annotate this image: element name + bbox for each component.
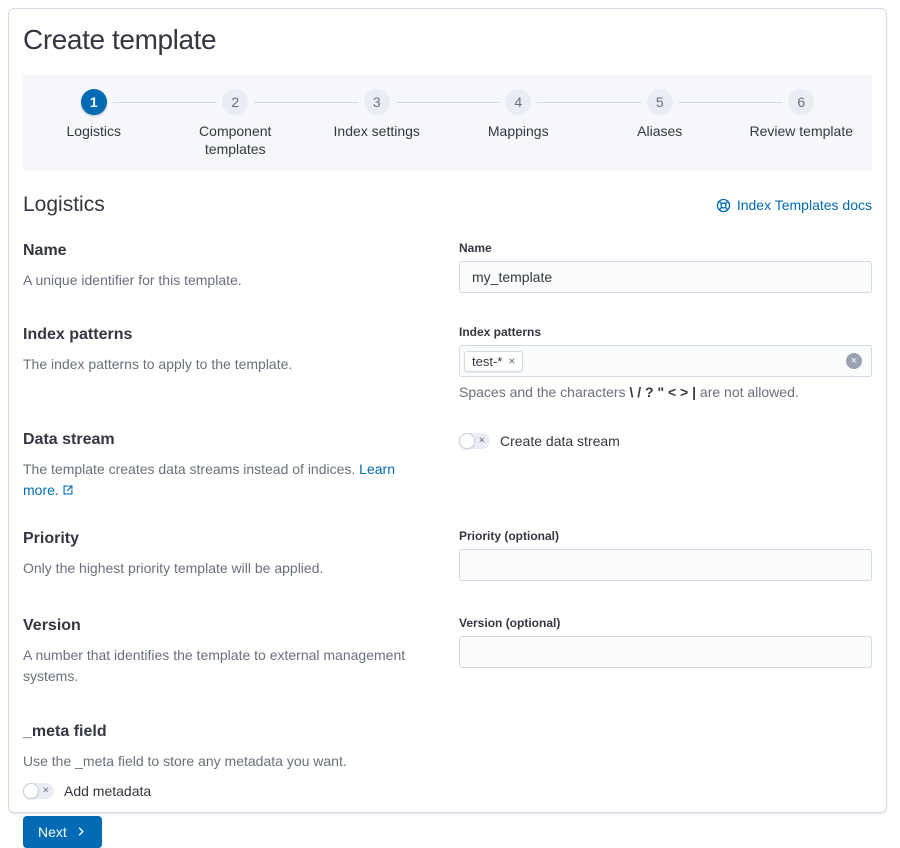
step-number-badge: 5 xyxy=(647,89,673,115)
step-connector xyxy=(306,102,358,103)
step-label: Mappings xyxy=(488,122,549,141)
create-data-stream-toggle-label: Create data stream xyxy=(500,433,620,449)
toggle-off-icon: × xyxy=(43,785,49,796)
index-pattern-tag: test-* × xyxy=(464,351,523,372)
data-stream-row-title: Data stream xyxy=(23,430,431,451)
name-input[interactable] xyxy=(459,261,872,293)
next-button[interactable]: Next xyxy=(23,816,102,848)
step-label: Index settings xyxy=(334,122,420,141)
form-row-version: Version A number that identifies the tem… xyxy=(23,616,872,687)
step-connector xyxy=(448,102,500,103)
form-row-priority: Priority Only the highest priority templ… xyxy=(23,529,872,581)
disallowed-characters: \ / ? " < > | xyxy=(629,384,696,400)
version-row-description: A number that identifies the template to… xyxy=(23,645,431,687)
help-icon xyxy=(716,198,731,213)
next-button-label: Next xyxy=(38,824,67,840)
priority-row-title: Priority xyxy=(23,529,431,550)
step-review-template[interactable]: 6 Review template xyxy=(731,89,873,160)
priority-field-label: Priority (optional) xyxy=(459,529,872,543)
data-stream-row-description: The template creates data streams instea… xyxy=(23,459,431,502)
index-patterns-row-title: Index patterns xyxy=(23,325,431,346)
step-index-settings[interactable]: 3 Index settings xyxy=(306,89,448,160)
name-field-label: Name xyxy=(459,241,872,255)
form-row-meta: _meta field Use the _meta field to store… xyxy=(23,722,872,772)
step-label: Review template xyxy=(750,122,854,141)
external-link-icon xyxy=(62,483,74,499)
step-logistics[interactable]: 1 Logistics xyxy=(23,89,165,160)
add-metadata-toggle-label: Add metadata xyxy=(64,783,151,799)
step-number-badge: 4 xyxy=(505,89,531,115)
step-number-badge: 3 xyxy=(364,89,390,115)
chevron-right-icon xyxy=(76,826,87,837)
index-patterns-field-label: Index patterns xyxy=(459,325,872,339)
docs-link-label: Index Templates docs xyxy=(737,197,872,213)
form-row-index-patterns: Index patterns The index patterns to app… xyxy=(23,325,872,400)
step-label: Component templates xyxy=(175,122,295,160)
step-component-templates[interactable]: 2 Component templates xyxy=(165,89,307,160)
step-number-badge: 1 xyxy=(81,89,107,115)
name-row-description: A unique identifier for this template. xyxy=(23,270,431,291)
priority-input[interactable] xyxy=(459,549,872,581)
form-row-data-stream: Data stream The template creates data st… xyxy=(23,430,872,502)
section-title: Logistics xyxy=(23,193,105,217)
step-label: Aliases xyxy=(637,122,682,141)
create-data-stream-toggle[interactable]: × xyxy=(459,433,490,449)
step-number-badge: 2 xyxy=(222,89,248,115)
version-input[interactable] xyxy=(459,636,872,668)
step-connector xyxy=(679,102,731,103)
index-patterns-combobox[interactable]: test-* × × xyxy=(459,345,872,377)
version-row-title: Version xyxy=(23,616,431,637)
index-templates-docs-link[interactable]: Index Templates docs xyxy=(716,197,872,213)
step-connector xyxy=(254,102,306,103)
toggle-off-icon: × xyxy=(479,436,485,447)
step-number-badge: 6 xyxy=(788,89,814,115)
step-connector xyxy=(537,102,589,103)
remove-tag-icon[interactable]: × xyxy=(508,355,515,367)
step-connector xyxy=(589,102,641,103)
version-field-label: Version (optional) xyxy=(459,616,872,630)
name-row-title: Name xyxy=(23,241,431,262)
step-connector xyxy=(165,102,217,103)
step-connector xyxy=(113,102,165,103)
page-title: Create template xyxy=(23,23,872,57)
index-patterns-row-description: The index patterns to apply to the templ… xyxy=(23,354,431,375)
step-connector xyxy=(731,102,783,103)
priority-row-description: Only the highest priority template will … xyxy=(23,558,431,579)
meta-row-title: _meta field xyxy=(23,722,844,743)
step-aliases[interactable]: 5 Aliases xyxy=(589,89,731,160)
index-patterns-helper-text: Spaces and the characters \ / ? " < > | … xyxy=(459,384,872,400)
form-row-name: Name A unique identifier for this templa… xyxy=(23,241,872,293)
clear-combobox-icon[interactable]: × xyxy=(846,353,862,369)
toggle-thumb xyxy=(459,433,475,449)
step-connector xyxy=(396,102,448,103)
index-pattern-tag-text: test-* xyxy=(472,354,502,369)
step-mappings[interactable]: 4 Mappings xyxy=(448,89,590,160)
meta-row-description: Use the _meta field to store any metadat… xyxy=(23,751,844,772)
create-template-panel: Create template 1 Logistics 2 Component … xyxy=(8,8,887,813)
step-label: Logistics xyxy=(67,122,121,141)
add-metadata-toggle[interactable]: × xyxy=(23,783,54,799)
toggle-thumb xyxy=(23,783,39,799)
wizard-stepper: 1 Logistics 2 Component templates 3 Inde… xyxy=(23,75,872,172)
